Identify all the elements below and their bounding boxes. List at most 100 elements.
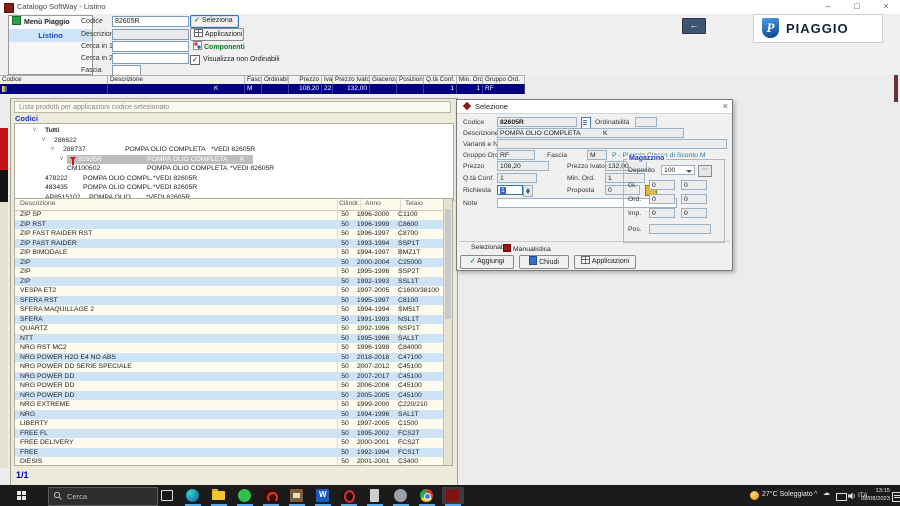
col-telaio[interactable]: Telaio — [405, 200, 423, 207]
d-codice-field[interactable]: 82605R — [497, 117, 577, 127]
close-button[interactable]: × — [872, 0, 900, 13]
acrobat-taskbar-icon[interactable] — [260, 487, 282, 504]
sidebar-item-listino[interactable]: Listino — [9, 29, 92, 42]
cerca2-input[interactable] — [112, 53, 189, 64]
applicazioni-button[interactable]: Applicazioni — [190, 28, 244, 41]
d-prezzo-field[interactable]: 108,20 — [497, 161, 549, 171]
d-qta-field[interactable]: 1 — [497, 173, 537, 183]
opera-taskbar-icon[interactable] — [338, 487, 360, 504]
task-view-taskbar-icon[interactable] — [156, 487, 178, 504]
scrollbar-thumb[interactable] — [445, 209, 451, 319]
d-descrizione-field[interactable]: POMPA OLIO COMPLETAK — [497, 128, 684, 138]
whatsapp-taskbar-icon[interactable] — [234, 487, 256, 504]
product-row[interactable]: FREE FL501995-2002FCS2T — [15, 429, 446, 439]
paint-taskbar-icon[interactable] — [390, 487, 412, 504]
product-row[interactable]: FREE DELIVERY502000-2001FCS2T — [15, 438, 446, 448]
speaker-icon[interactable] — [848, 492, 856, 500]
product-row[interactable]: NTT501995-1996SAL1T — [15, 334, 446, 344]
deposito-dropdown[interactable]: 100 — [661, 165, 695, 175]
d-gruppo-field[interactable]: RF — [497, 150, 535, 160]
tree-item-286622[interactable]: v286622 — [15, 136, 453, 146]
product-row[interactable]: FREE501992-1994FCS1T — [15, 448, 446, 458]
word-taskbar-icon[interactable] — [312, 487, 334, 504]
seleziona-button[interactable]: ✓Seleziona — [190, 15, 239, 28]
chrome-taskbar-icon[interactable] — [416, 487, 438, 504]
store-taskbar-icon[interactable] — [286, 487, 308, 504]
tree-item-483435[interactable]: 483435POMPA OLIO COMPL.*VEDI 82605R — [15, 183, 453, 193]
product-row[interactable]: SFERA RST501995-1997C8100 — [15, 296, 446, 306]
col-anno[interactable]: Anno — [365, 200, 381, 207]
softway-taskbar-icon[interactable] — [442, 487, 464, 504]
aggiungi-button[interactable]: ✓ Aggiungi — [460, 255, 514, 269]
tab-manualistica[interactable]: Manualistica — [503, 244, 551, 253]
descrizione-input[interactable] — [112, 29, 189, 40]
tree-expander-icon[interactable]: v — [51, 145, 54, 155]
weather-icon[interactable] — [750, 491, 759, 500]
visualizza-checkbox[interactable]: ✓ — [190, 55, 200, 65]
results-selected-row[interactable]: KM108,2022132,0011RF — [0, 84, 525, 94]
chiudi-button[interactable]: Chiudi — [519, 255, 569, 269]
spinner-arrows-icon[interactable] — [523, 185, 533, 197]
d-ordinabilita-field[interactable] — [635, 117, 657, 127]
back-button[interactable]: ← — [682, 18, 706, 34]
pos-field[interactable] — [649, 224, 711, 234]
product-row[interactable]: ZIP FAST RAIDER RST501996-1997C8700 — [15, 229, 446, 239]
product-row[interactable]: ZIP501995-1996SSP2T — [15, 267, 446, 277]
componenti-button[interactable]: Componenti — [190, 41, 245, 52]
maximize-button[interactable]: □ — [843, 0, 871, 13]
product-row[interactable]: LIBERTY501997-2005C1500 — [15, 419, 446, 429]
tree-expander-icon[interactable]: v — [33, 126, 36, 136]
product-row[interactable]: ZIP RST501996-1999C8600 — [15, 220, 446, 230]
product-row[interactable]: NRG POWER DD SERIE SPECIALE502007-2012C4… — [15, 362, 446, 372]
tree-item-Tutti[interactable]: vTutti — [15, 126, 453, 136]
tree-item-82605R[interactable]: v82605RPOMPA OLIO COMPLETAK — [15, 155, 453, 165]
tree-item-478222[interactable]: 478222POMPA OLIO COMPL.*VEDI 82605R — [15, 174, 453, 184]
clock[interactable]: 13:15 08/08/2023 — [858, 488, 890, 503]
product-row[interactable]: SFERA MAQUILLAGE 2501994-1994SM51T — [15, 305, 446, 315]
cerca1-input[interactable] — [112, 41, 189, 52]
product-row[interactable]: NRG POWER H2O E4 NO ABS502018-2018C47100 — [15, 353, 446, 363]
product-row[interactable]: ZIP SP501996-2000C1100 — [15, 210, 446, 220]
product-row[interactable]: VESPA ET2501997-2005C1600/38100 — [15, 286, 446, 296]
start-button[interactable] — [0, 485, 46, 506]
product-row[interactable]: DIESIS502001-2001C3400 — [15, 457, 446, 467]
product-row[interactable]: NRG POWER DD502006-2006C45100 — [15, 381, 446, 391]
product-row[interactable]: NRG501994-1996SAL1T — [15, 410, 446, 420]
taskbar-search[interactable]: Cerca — [48, 487, 158, 506]
tree-expander-icon[interactable]: v — [60, 155, 63, 165]
product-row[interactable]: ZIP BIMODALE501994-1997BMZ1T — [15, 248, 446, 258]
d-fascia-field[interactable]: M — [587, 150, 607, 160]
deposito-browse-button[interactable]: ⋯ — [698, 165, 712, 177]
tray-chevron-icon[interactable]: ^ — [814, 491, 817, 498]
col-descrizione[interactable]: Descrizione — [20, 200, 56, 207]
dialog-close-icon[interactable]: × — [723, 101, 728, 111]
product-row[interactable]: QUARTZ501992-1996NSP1T — [15, 324, 446, 334]
tab-selezionato[interactable]: Selezionato — [471, 244, 507, 251]
product-row[interactable]: NRG RST MC2501996-1998C84000 — [15, 343, 446, 353]
dialog-title-bar[interactable]: Selezione × — [457, 100, 732, 114]
applicazioni-dialog-button[interactable]: Applicazioni — [574, 255, 636, 269]
app-window-taskbar-icon[interactable] — [364, 487, 386, 504]
d-varianti-field[interactable] — [497, 139, 727, 149]
product-row[interactable]: ZIP501992-1993SSL1T — [15, 277, 446, 287]
product-row[interactable]: NRG POWER DD502005-2005C45100 — [15, 391, 446, 401]
action-center-icon[interactable] — [892, 492, 900, 502]
product-row[interactable]: ZIP FAST RAIDER501993-1994SSP1T — [15, 239, 446, 249]
display-icon[interactable] — [836, 493, 847, 501]
d-richiesta-spinbox[interactable]: 1 — [497, 185, 523, 195]
onedrive-cloud-icon[interactable]: ☁ — [823, 489, 830, 497]
edge-taskbar-icon[interactable] — [182, 487, 204, 504]
product-row[interactable]: SFERA501991-1993NSL1T — [15, 315, 446, 325]
product-row[interactable]: NRG EXTREME501999-2000C220/210 — [15, 400, 446, 410]
tree-item-CM100502[interactable]: CM100502POMPA OLIO COMPLETA*VEDI 82605R — [15, 164, 453, 174]
tree-expander-icon[interactable]: v — [42, 136, 45, 146]
products-scrollbar[interactable] — [443, 199, 452, 465]
product-row[interactable]: NRG POWER DD502007-2017C45100 — [15, 372, 446, 382]
menu-header[interactable]: Menù Piaggio — [9, 16, 92, 30]
tree-item-288737[interactable]: v288737POMPA OLIO COMPLETA*VEDI 82605R — [15, 145, 453, 155]
weather-text[interactable]: 27°C Soleggiato — [762, 491, 813, 498]
product-row[interactable]: ZIP502000-2004C25000 — [15, 258, 446, 268]
codice-input[interactable]: 82605R — [112, 16, 189, 27]
minimize-button[interactable]: – — [814, 0, 842, 13]
file-explorer-taskbar-icon[interactable] — [208, 487, 230, 504]
